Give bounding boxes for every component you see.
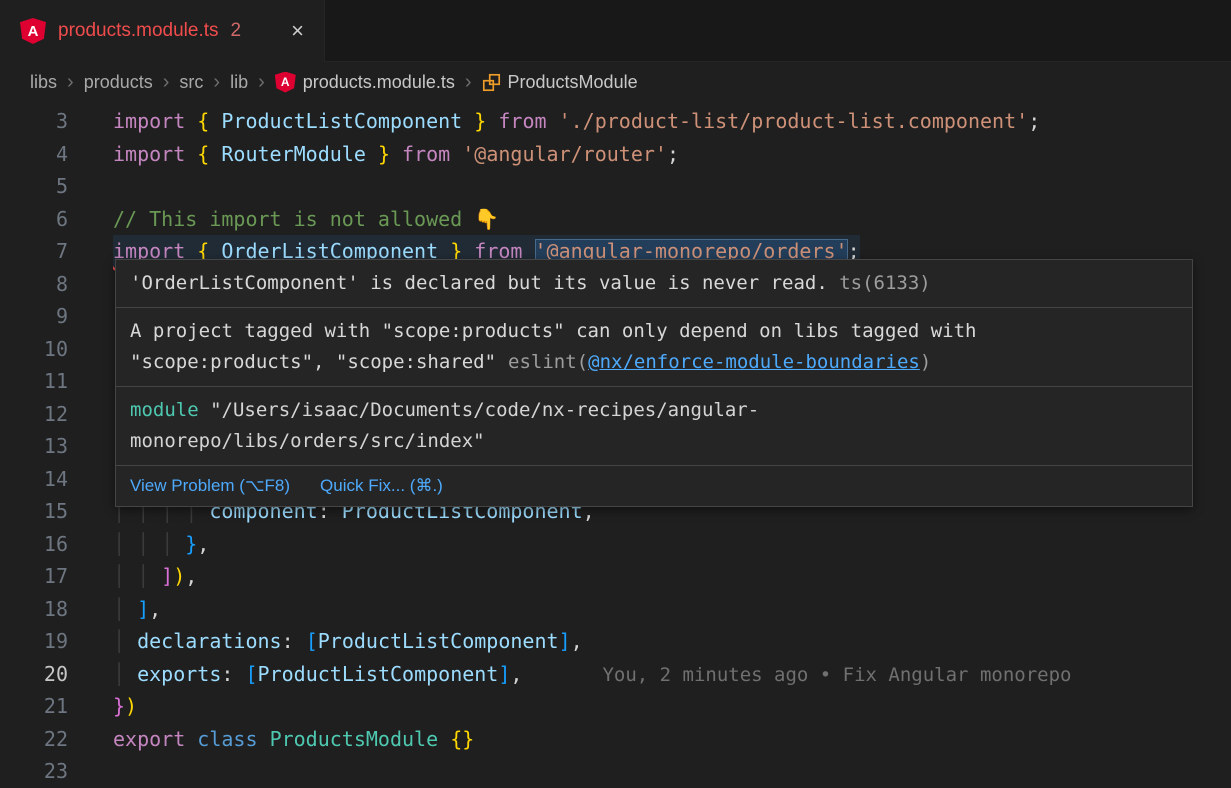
line-number: 5: [0, 170, 68, 203]
breadcrumb-item-productsmodule[interactable]: ProductsModule: [482, 72, 638, 93]
breadcrumb-separator: ›: [213, 71, 220, 94]
line-number: 21: [0, 690, 68, 723]
angular-icon: A: [20, 18, 46, 44]
line-number: 15: [0, 495, 68, 528]
line-number: 18: [0, 593, 68, 626]
code-line-6[interactable]: 6 // This import is not allowed 👇: [0, 203, 1231, 236]
line-number: 22: [0, 723, 68, 756]
tab-bar: A products.module.ts 2 ×: [0, 0, 1231, 62]
view-problem-action[interactable]: View Problem (⌥F8): [130, 474, 290, 498]
line-number: 20: [0, 658, 68, 691]
module-path-line1: "/Users/isaac/Documents/code/nx-recipes/…: [210, 399, 759, 421]
line-number: 7: [0, 235, 68, 268]
line-number: 17: [0, 560, 68, 593]
breadcrumb-separator: ›: [258, 71, 265, 94]
tab-problem-count: 2: [231, 20, 242, 42]
hover-tooltip: 'OrderListComponent' is declared but its…: [115, 259, 1193, 507]
code-line-23[interactable]: 23: [0, 755, 1231, 788]
tab-title: products.module.ts: [58, 20, 219, 42]
breadcrumb-label: products: [84, 72, 153, 93]
module-keyword: module: [130, 399, 199, 421]
line-number: 8: [0, 268, 68, 301]
breadcrumb-separator: ›: [465, 71, 472, 94]
code-line-16[interactable]: 16 │ │ │ },: [0, 528, 1231, 561]
line-number: 16: [0, 528, 68, 561]
breadcrumb-label: lib: [230, 72, 248, 93]
breadcrumb-label: src: [179, 72, 203, 93]
line-number: 13: [0, 430, 68, 463]
line-number: 6: [0, 203, 68, 236]
code-line-21[interactable]: 21}): [0, 690, 1231, 723]
hover-actions: View Problem (⌥F8) Quick Fix... (⌘.): [116, 466, 1192, 506]
code-text: export class ProductsModule {}: [113, 723, 474, 756]
code-line-20[interactable]: 20 │ exports: [ProductListComponent],You,…: [0, 658, 1231, 691]
hover-module-info: module "/Users/isaac/Documents/code/nx-r…: [116, 387, 1192, 466]
breadcrumb-separator: ›: [67, 71, 74, 94]
code-text: // This import is not allowed 👇: [113, 203, 499, 236]
module-path-line2: monorepo/libs/orders/src/index": [130, 430, 485, 452]
code-line-4[interactable]: 4 import { RouterModule } from '@angular/…: [0, 138, 1231, 171]
breadcrumb-label: ProductsModule: [508, 72, 638, 93]
hover-ts-diagnostic: 'OrderListComponent' is declared but its…: [116, 260, 1192, 308]
tab-products-module[interactable]: A products.module.ts 2 ×: [0, 0, 325, 62]
code-text: │ │ ]),: [113, 560, 197, 593]
code-line-22[interactable]: 22 export class ProductsModule {}: [0, 723, 1231, 756]
angular-icon: A: [275, 72, 296, 93]
eslint-source-label: eslint(: [508, 351, 588, 373]
line-number: 10: [0, 333, 68, 366]
code-text: }): [113, 690, 137, 723]
code-text: │ exports: [ProductListComponent],You, 2…: [113, 658, 1071, 692]
code-text: import { ProductListComponent } from './…: [113, 105, 1040, 138]
code-text: │ declarations: [ProductListComponent],: [113, 625, 583, 658]
close-icon[interactable]: ×: [291, 20, 304, 42]
code-line-19[interactable]: 19 │ declarations: [ProductListComponent]…: [0, 625, 1231, 658]
line-number: 14: [0, 463, 68, 496]
git-blame-annotation: You, 2 minutes ago • Fix Angular monorep…: [602, 664, 1071, 686]
breadcrumb-item-lib[interactable]: lib: [230, 72, 248, 93]
code-line-17[interactable]: 17 │ │ ]),: [0, 560, 1231, 593]
code-line-5[interactable]: 5: [0, 170, 1231, 203]
code-text: │ ],: [113, 593, 161, 626]
line-number: 9: [0, 300, 68, 333]
breadcrumb-item-products[interactable]: products: [84, 72, 153, 93]
line-number: 3: [0, 105, 68, 138]
class-symbol-icon: [482, 73, 501, 92]
breadcrumb-item-src[interactable]: src: [179, 72, 203, 93]
code-text: │ │ │ },: [113, 528, 209, 561]
line-number: 23: [0, 755, 68, 788]
code-line-18[interactable]: 18 │ ],: [0, 593, 1231, 626]
hover-eslint-line1: A project tagged with "scope:products" c…: [130, 316, 1178, 347]
breadcrumb-label: products.module.ts: [303, 72, 455, 93]
quick-fix-action[interactable]: Quick Fix... (⌘.): [320, 474, 443, 498]
line-number: 4: [0, 138, 68, 171]
code-text: import { RouterModule } from '@angular/r…: [113, 138, 679, 171]
breadcrumb-item-libs[interactable]: libs: [30, 72, 57, 93]
breadcrumb-separator: ›: [163, 71, 170, 94]
code-line-3[interactable]: 3 import { ProductListComponent } from '.…: [0, 105, 1231, 138]
breadcrumb: libs › products › src › lib › Aproducts.module.t…: [0, 62, 1231, 102]
hover-eslint-diagnostic: A project tagged with "scope:products" c…: [116, 308, 1192, 387]
line-number: 19: [0, 625, 68, 658]
line-number: 12: [0, 398, 68, 431]
breadcrumb-label: libs: [30, 72, 57, 93]
eslint-rule-link[interactable]: @nx/enforce-module-boundaries: [588, 351, 920, 373]
hover-eslint-line2: "scope:products", "scope:shared"eslint(@…: [130, 347, 1178, 378]
breadcrumb-item-products-module-ts[interactable]: Aproducts.module.ts: [275, 72, 455, 93]
line-number: 11: [0, 365, 68, 398]
hover-ts-message: 'OrderListComponent' is declared but its…: [130, 272, 828, 294]
